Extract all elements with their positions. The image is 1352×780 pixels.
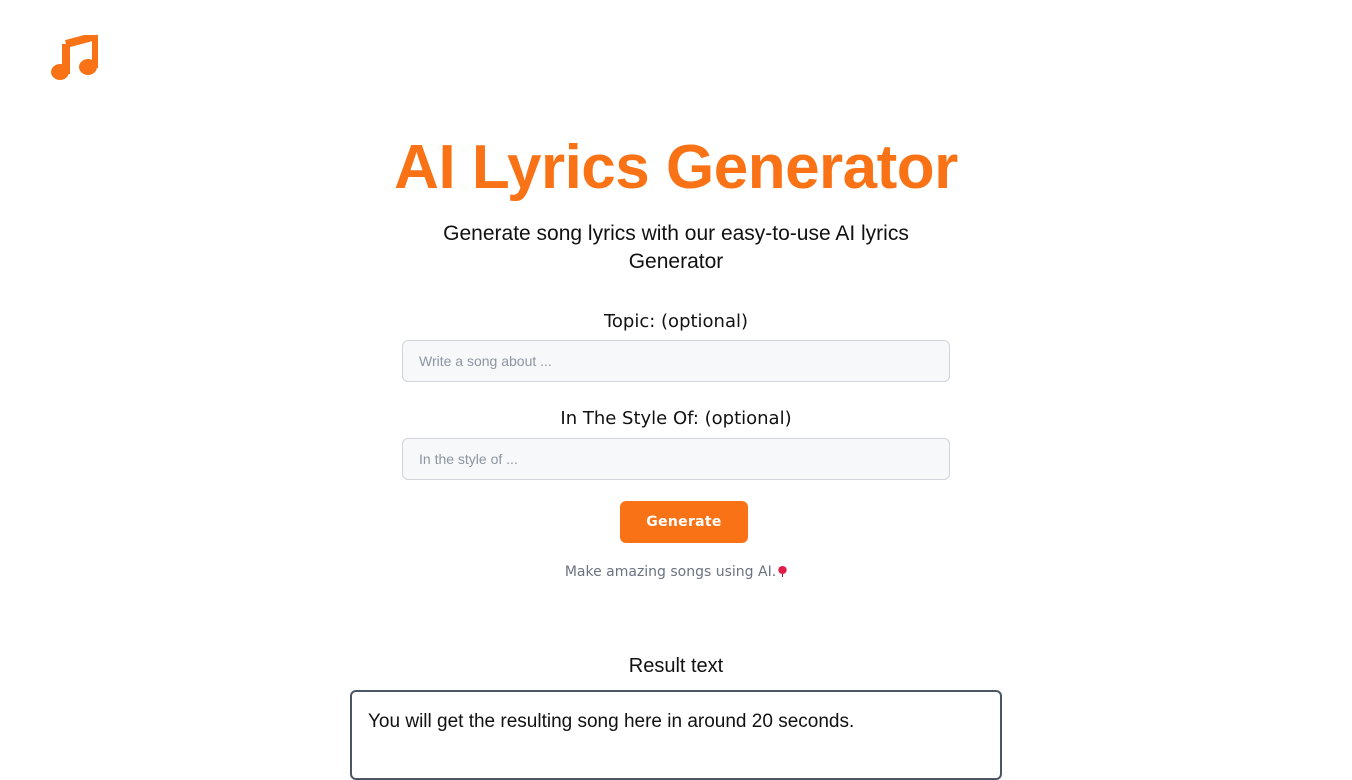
- topic-label: Topic: (optional): [603, 311, 749, 332]
- page-title: AI Lyrics Generator: [394, 133, 958, 202]
- tagline: Make amazing songs using AI.: [0, 564, 1352, 580]
- style-label: In The Style Of: (optional): [560, 408, 792, 429]
- result-label: Result text: [628, 655, 724, 677]
- generate-button[interactable]: Generate: [620, 501, 748, 543]
- music-note-icon[interactable]: [50, 35, 98, 81]
- result-output[interactable]: You will get the resulting song here in …: [350, 690, 1002, 780]
- result-text: You will get the resulting song here in …: [368, 711, 855, 732]
- tagline-text: Make amazing songs using AI.: [564, 564, 777, 580]
- page-subtitle: Generate song lyrics with our easy-to-us…: [443, 222, 909, 273]
- topic-input[interactable]: [402, 340, 950, 382]
- style-input[interactable]: [402, 438, 950, 480]
- balloon-icon: [778, 566, 787, 577]
